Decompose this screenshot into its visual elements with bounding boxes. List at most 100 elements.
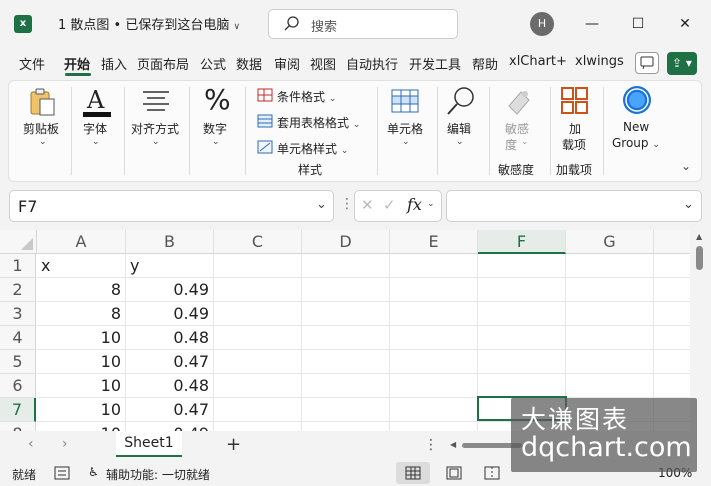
chevron-down-icon[interactable]: ⌄ (212, 137, 220, 147)
formula-input[interactable]: ⌄ (446, 190, 702, 222)
cell-a[interactable]: x (37, 254, 126, 278)
cell-b[interactable]: 0.49 (126, 302, 214, 326)
column-header-f[interactable]: F (478, 230, 566, 254)
new-group-button[interactable]: Group ⌄ (612, 136, 660, 150)
tab-formulas[interactable]: 公式 (200, 54, 226, 73)
cell-empty[interactable] (566, 302, 654, 326)
chevron-down-icon[interactable]: ⌄ (427, 199, 435, 209)
tab-help[interactable]: 帮助 (472, 54, 498, 73)
chevron-down-icon[interactable]: ⌄ (683, 197, 694, 212)
cell-empty[interactable] (478, 350, 566, 374)
cell-empty[interactable] (390, 374, 478, 398)
cell-empty[interactable] (302, 278, 390, 302)
tab-data[interactable]: 数据 (236, 54, 262, 73)
add-sheet-button[interactable]: + (226, 434, 241, 455)
sheet-prev-icon[interactable]: ‹ (28, 436, 34, 452)
row-header[interactable]: 4 (0, 326, 36, 350)
scroll-left-icon[interactable]: ◀ (450, 440, 456, 449)
column-header-b[interactable]: B (126, 230, 214, 254)
cell-empty[interactable] (566, 350, 654, 374)
cell-b[interactable]: 0.49 (126, 422, 214, 431)
cell-empty[interactable] (214, 398, 302, 422)
cell-a[interactable]: 10 (37, 326, 126, 350)
cell-b[interactable]: y (126, 254, 214, 278)
cell-empty[interactable] (302, 302, 390, 326)
share-button[interactable]: ⇪ ▾ (667, 52, 697, 75)
row-header[interactable]: 7 (0, 398, 36, 422)
cell-empty[interactable] (478, 278, 566, 302)
cell-empty[interactable] (654, 278, 690, 302)
page-break-view-icon[interactable] (484, 466, 500, 480)
cell-empty[interactable] (302, 254, 390, 278)
cell-empty[interactable] (478, 374, 566, 398)
cell-empty[interactable] (302, 326, 390, 350)
edit-button-label[interactable]: 编辑 (447, 120, 471, 137)
cell-empty[interactable] (302, 350, 390, 374)
more-sheets-icon[interactable]: ⋮ (424, 437, 438, 453)
cell-empty[interactable] (390, 326, 478, 350)
row-header[interactable]: 6 (0, 374, 36, 398)
cell-empty[interactable] (478, 254, 566, 278)
cell-empty[interactable] (390, 278, 478, 302)
cell-b[interactable]: 0.48 (126, 374, 214, 398)
column-header-c[interactable]: C (214, 230, 302, 254)
cell-empty[interactable] (390, 254, 478, 278)
table-format-button[interactable]: 套用表格格式 ⌄ (277, 114, 360, 131)
tab-home[interactable]: 开始 (64, 54, 90, 73)
confirm-icon[interactable]: ✓ (383, 196, 396, 214)
cell-empty[interactable] (390, 398, 478, 422)
cell-empty[interactable] (654, 302, 690, 326)
cell-a[interactable]: 10 (37, 350, 126, 374)
cell-empty[interactable] (654, 326, 690, 350)
cell-empty[interactable] (566, 374, 654, 398)
cell-empty[interactable] (302, 422, 390, 431)
cell-empty[interactable] (390, 302, 478, 326)
cell-empty[interactable] (302, 374, 390, 398)
cell-empty[interactable] (302, 398, 390, 422)
cells-button-label[interactable]: 单元格 (387, 120, 423, 137)
chevron-down-icon[interactable]: ⌄ (402, 137, 410, 147)
name-box[interactable]: F7 ⌄ (9, 190, 334, 222)
row-header[interactable]: 8 (0, 422, 36, 431)
sheet-tab-sheet1[interactable]: Sheet1 (116, 431, 182, 457)
minimize-button[interactable]: — (577, 10, 607, 38)
ribbon-collapse-icon[interactable]: ⌄ (681, 159, 691, 173)
scroll-up-icon[interactable]: ▲ (696, 232, 702, 241)
row-header[interactable]: 5 (0, 350, 36, 374)
row-header[interactable]: 2 (0, 278, 36, 302)
more-options-icon[interactable]: ⋮ (340, 196, 354, 212)
cell-empty[interactable] (566, 254, 654, 278)
tab-review[interactable]: 审阅 (274, 54, 300, 73)
cell-empty[interactable] (654, 350, 690, 374)
document-title[interactable]: 1 散点图 • 已保存到这台电脑 ∨ (58, 14, 240, 33)
avatar[interactable]: H (530, 12, 554, 36)
cell-empty[interactable] (654, 254, 690, 278)
tab-insert[interactable]: 插入 (101, 54, 127, 73)
cell-a[interactable]: 10 (37, 398, 126, 422)
chevron-down-icon[interactable]: ⌄ (316, 197, 327, 212)
cell-empty[interactable] (214, 278, 302, 302)
cell-empty[interactable] (566, 278, 654, 302)
chevron-down-icon[interactable]: ⌄ (456, 137, 464, 147)
cell-empty[interactable] (390, 350, 478, 374)
cell-empty[interactable] (478, 302, 566, 326)
cell-empty[interactable] (390, 422, 478, 431)
font-button-label[interactable]: 字体 (83, 120, 107, 137)
page-layout-view-icon[interactable] (446, 466, 462, 480)
cell-a[interactable]: 10 (37, 374, 126, 398)
close-button[interactable]: ✕ (670, 10, 700, 38)
tab-xlwings[interactable]: xlwings (575, 54, 624, 69)
tab-automate[interactable]: 自动执行 (346, 54, 398, 73)
cell-empty[interactable] (654, 374, 690, 398)
cell-b[interactable]: 0.48 (126, 326, 214, 350)
search-box[interactable]: 搜索 (268, 9, 458, 39)
select-all-corner[interactable] (0, 230, 37, 254)
maximize-button[interactable]: ☐ (623, 10, 653, 38)
column-header-d[interactable]: D (302, 230, 390, 254)
addins-label-line2[interactable]: 载项 (562, 136, 586, 153)
row-header[interactable]: 1 (0, 254, 36, 278)
tab-view[interactable]: 视图 (310, 54, 336, 73)
cell-empty[interactable] (214, 422, 302, 431)
cell-b[interactable]: 0.47 (126, 350, 214, 374)
addins-label-line1[interactable]: 加 (569, 120, 581, 137)
